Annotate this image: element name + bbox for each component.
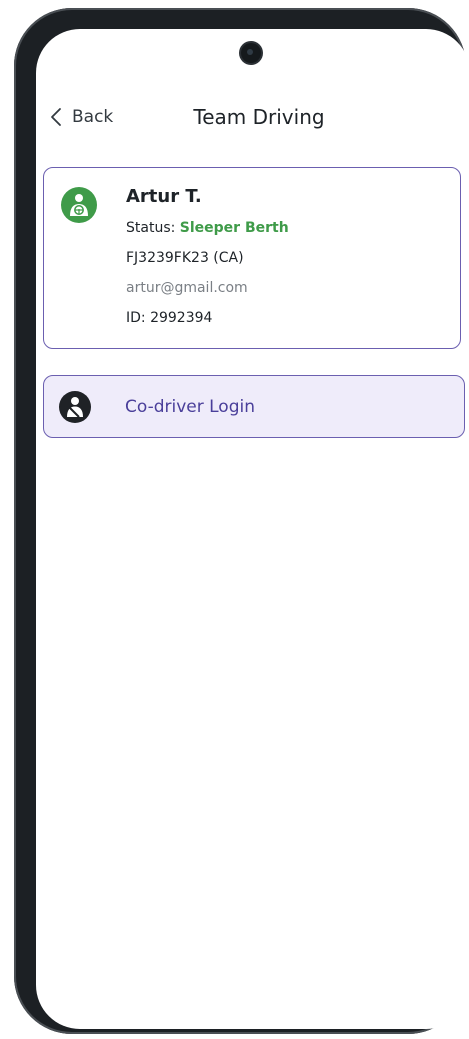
- header: Back Team Driving: [36, 99, 469, 139]
- driver-info: Artur T. Status: Sleeper Berth FJ3239FK2…: [126, 186, 289, 331]
- front-camera: [241, 43, 261, 63]
- driver-id: ID: 2992394: [126, 310, 213, 326]
- driver-card[interactable]: Artur T. Status: Sleeper Berth FJ3239FK2…: [43, 167, 461, 349]
- co-driver-login-button[interactable]: Co-driver Login: [43, 375, 465, 438]
- driver-steering-icon: [61, 187, 97, 223]
- status-label: Status:: [126, 220, 176, 236]
- driver-seatbelt-icon: [59, 390, 91, 423]
- status-badge: Sleeper Berth: [179, 220, 289, 236]
- driver-name: Artur T.: [126, 186, 202, 207]
- phone-frame: Back Team Driving Artur T. Status: Sleep…: [14, 8, 469, 1034]
- page-title: Team Driving: [193, 105, 325, 129]
- co-driver-login-label: Co-driver Login: [125, 396, 255, 417]
- driver-license: FJ3239FK23 (CA): [126, 250, 244, 266]
- driver-status: Status: Sleeper Berth: [126, 215, 289, 241]
- driver-email: artur@gmail.com: [126, 280, 248, 296]
- screen: Back Team Driving Artur T. Status: Sleep…: [36, 29, 469, 1029]
